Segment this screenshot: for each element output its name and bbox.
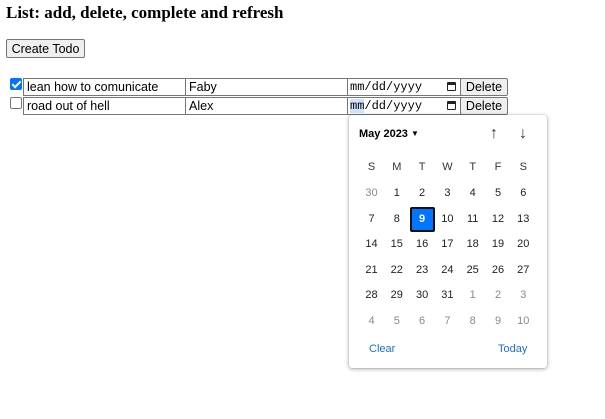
day-cell[interactable]: 14 bbox=[359, 232, 384, 257]
day-cell[interactable]: 7 bbox=[435, 309, 460, 334]
selected-day-cell[interactable]: 9 bbox=[409, 206, 435, 232]
date-separator: / bbox=[364, 80, 372, 94]
day-cell[interactable]: 18 bbox=[460, 232, 485, 257]
day-cell[interactable]: 30 bbox=[359, 181, 384, 206]
create-todo-button[interactable]: Create Todo bbox=[6, 39, 85, 58]
weekday-header: M bbox=[392, 161, 402, 173]
day-cell[interactable]: 8 bbox=[384, 207, 409, 232]
calendar-icon[interactable] bbox=[447, 101, 456, 110]
date-month-segment[interactable]: mm bbox=[350, 99, 365, 113]
day-cell[interactable]: 27 bbox=[511, 258, 536, 283]
day-cell[interactable]: 21 bbox=[359, 258, 384, 283]
month-label: May 2023 bbox=[359, 128, 408, 140]
day-cell[interactable]: 16 bbox=[410, 232, 435, 257]
todo-row: road out of hell Alex mm/dd/yyyy Delete bbox=[0, 97, 520, 115]
todo-date-field[interactable]: mm/dd/yyyy bbox=[347, 78, 461, 96]
today-button[interactable]: Today bbox=[498, 342, 527, 356]
weekday-header: F bbox=[494, 161, 502, 173]
date-month-segment[interactable]: mm bbox=[350, 80, 364, 94]
day-cell[interactable]: 11 bbox=[460, 207, 485, 232]
arrow-up-icon[interactable]: ↑ bbox=[485, 125, 503, 143]
clear-button[interactable]: Clear bbox=[369, 342, 395, 356]
todo-owner-field[interactable]: Faby bbox=[185, 78, 348, 96]
complete-checkbox[interactable] bbox=[10, 78, 22, 90]
date-year-segment[interactable]: yyyy bbox=[393, 99, 422, 113]
day-cell[interactable]: 22 bbox=[384, 258, 409, 283]
todo-date-field[interactable]: mm/dd/yyyy bbox=[347, 97, 461, 115]
day-cell[interactable]: 6 bbox=[410, 309, 435, 334]
day-cell[interactable]: 15 bbox=[384, 232, 409, 257]
day-cell[interactable]: 25 bbox=[460, 258, 485, 283]
todo-row: lean how to comunicate Faby mm/dd/yyyy D… bbox=[0, 78, 520, 96]
date-separator: / bbox=[364, 99, 372, 113]
complete-checkbox[interactable] bbox=[10, 97, 22, 109]
day-cell[interactable]: 3 bbox=[435, 181, 460, 206]
date-day-segment[interactable]: dd bbox=[372, 80, 386, 94]
delete-button[interactable]: Delete bbox=[460, 97, 508, 115]
todo-owner-field[interactable]: Alex bbox=[185, 97, 348, 115]
day-cell[interactable]: 6 bbox=[511, 181, 536, 206]
day-cell[interactable]: 12 bbox=[486, 207, 511, 232]
date-year-segment[interactable]: yyyy bbox=[393, 80, 422, 94]
day-cell[interactable]: 9 bbox=[486, 309, 511, 334]
day-cell[interactable]: 19 bbox=[486, 232, 511, 257]
month-selector[interactable]: May 2023 ▼ bbox=[359, 127, 419, 141]
weekday-header: S bbox=[519, 161, 527, 173]
weekday-header: W bbox=[442, 161, 453, 173]
day-cell[interactable]: 20 bbox=[511, 232, 536, 257]
weekday-header: T bbox=[418, 161, 426, 173]
day-cell[interactable]: 31 bbox=[435, 283, 460, 308]
arrow-down-icon[interactable]: ↓ bbox=[514, 125, 532, 143]
day-cell[interactable]: 10 bbox=[435, 207, 460, 232]
day-cell[interactable]: 5 bbox=[486, 181, 511, 206]
delete-button[interactable]: Delete bbox=[460, 78, 508, 96]
day-cell[interactable]: 23 bbox=[410, 258, 435, 283]
day-cell[interactable]: 1 bbox=[384, 181, 409, 206]
weekday-header: T bbox=[469, 161, 477, 173]
day-cell[interactable]: 30 bbox=[410, 283, 435, 308]
page-title: List: add, delete, complete and refresh bbox=[6, 3, 284, 22]
day-cell[interactable]: 13 bbox=[511, 207, 536, 232]
weekday-header: S bbox=[367, 161, 376, 173]
day-cell[interactable]: 5 bbox=[384, 309, 409, 334]
day-cell[interactable]: 28 bbox=[359, 283, 384, 308]
calendar-icon[interactable] bbox=[447, 82, 456, 91]
day-cell[interactable]: 7 bbox=[359, 207, 384, 232]
day-cell[interactable]: 26 bbox=[486, 258, 511, 283]
day-cell[interactable]: 3 bbox=[511, 283, 536, 308]
day-cell[interactable]: 8 bbox=[460, 309, 485, 334]
day-cell[interactable]: 10 bbox=[511, 309, 536, 334]
date-picker-popup: May 2023 ▼ ↑ ↓ S M T W T F S 30 1 2 3 4 5 6 7 8 9 10 11 12 13… bbox=[349, 115, 547, 368]
todo-text-field[interactable]: road out of hell bbox=[23, 97, 186, 115]
day-cell[interactable]: 4 bbox=[359, 309, 384, 334]
day-cell[interactable]: 24 bbox=[435, 258, 460, 283]
day-cell[interactable]: 29 bbox=[384, 283, 409, 308]
day-cell[interactable]: 2 bbox=[486, 283, 511, 308]
day-cell[interactable]: 1 bbox=[460, 283, 485, 308]
todo-text-field[interactable]: lean how to comunicate bbox=[23, 78, 186, 96]
caret-down-icon: ▼ bbox=[410, 129, 419, 138]
day-cell[interactable]: 2 bbox=[410, 181, 435, 206]
day-cell[interactable]: 17 bbox=[435, 232, 460, 257]
date-day-segment[interactable]: dd bbox=[372, 99, 386, 113]
day-cell[interactable]: 4 bbox=[460, 181, 485, 206]
